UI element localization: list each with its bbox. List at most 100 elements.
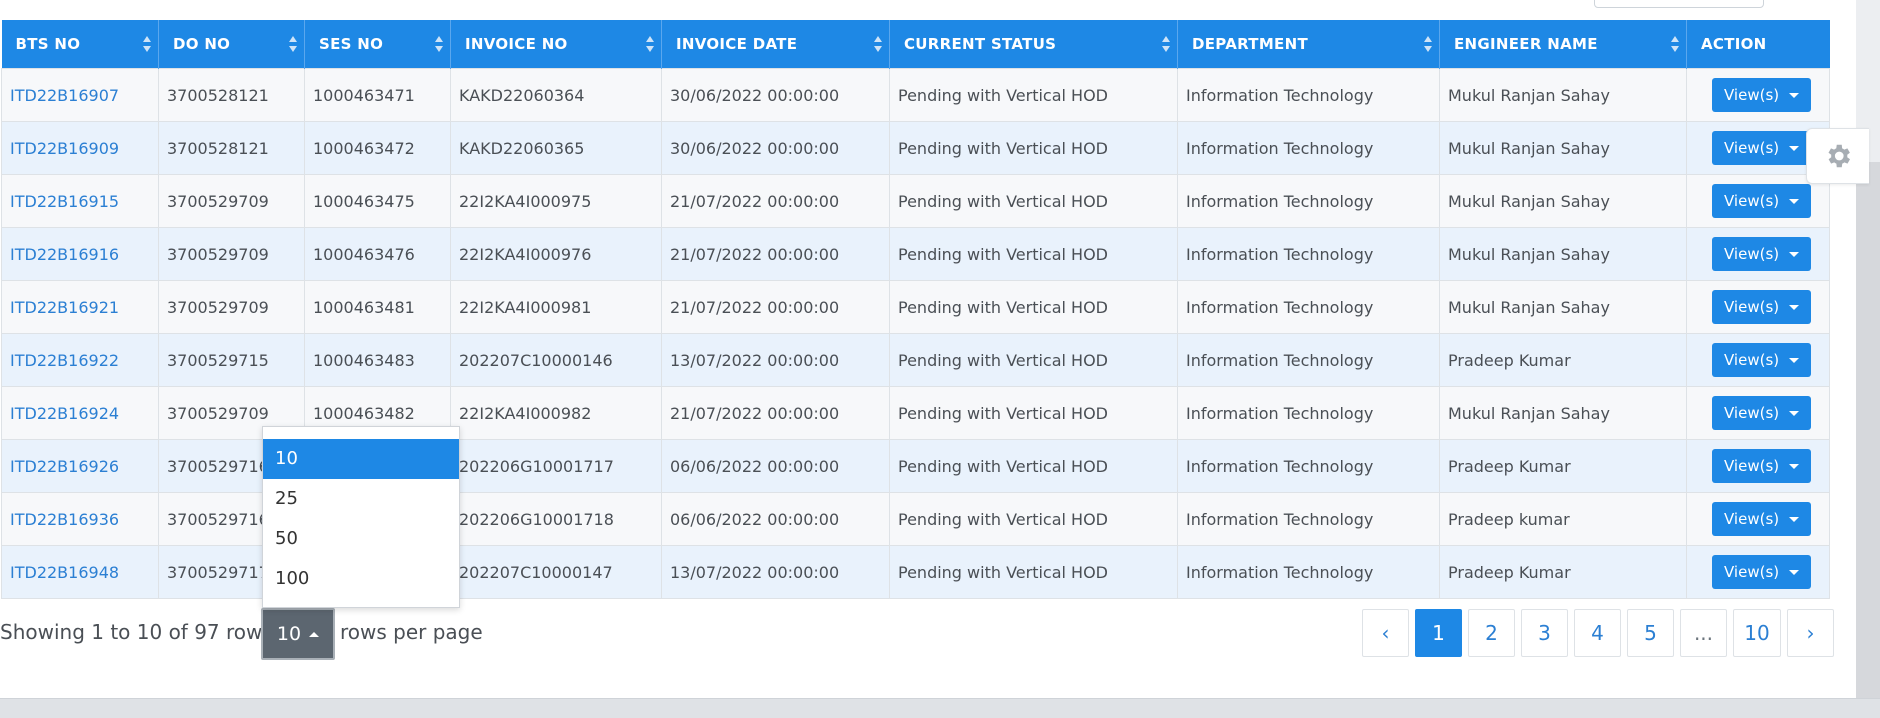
cell-date: 13/07/2022 00:00:00 bbox=[661, 333, 890, 387]
views-dropdown-button[interactable]: View(s) bbox=[1712, 78, 1812, 112]
bts-link[interactable]: ITD22B16924 bbox=[10, 404, 119, 423]
views-dropdown-button[interactable]: View(s) bbox=[1712, 290, 1812, 324]
cell-status: Pending with Vertical HOD bbox=[889, 280, 1178, 334]
page-button-1[interactable]: 1 bbox=[1415, 609, 1462, 657]
caret-down-icon bbox=[1789, 410, 1800, 416]
page-size-option-50[interactable]: 50 bbox=[263, 519, 459, 559]
cell-date: 21/07/2022 00:00:00 bbox=[661, 386, 890, 440]
cell-dept: Information Technology bbox=[1177, 121, 1440, 175]
cell-bts: ITD22B16936 bbox=[1, 492, 159, 546]
cell-do: 3700529715 bbox=[158, 333, 305, 387]
search-input[interactable] bbox=[1594, 0, 1764, 8]
views-button-label: View(s) bbox=[1724, 351, 1780, 369]
cell-status: Pending with Vertical HOD bbox=[889, 333, 1178, 387]
bts-link[interactable]: ITD22B16915 bbox=[10, 192, 119, 211]
cell-status: Pending with Vertical HOD bbox=[889, 545, 1178, 599]
cell-invoice: 22I2KA4I000982 bbox=[450, 386, 662, 440]
bts-link[interactable]: ITD22B16916 bbox=[10, 245, 119, 264]
page-size-button[interactable]: 10 bbox=[261, 608, 335, 660]
views-dropdown-button[interactable]: View(s) bbox=[1712, 396, 1812, 430]
cell-date: 06/06/2022 00:00:00 bbox=[661, 439, 890, 493]
caret-down-icon bbox=[1789, 92, 1800, 98]
views-dropdown-button[interactable]: View(s) bbox=[1712, 449, 1812, 483]
caret-down-icon bbox=[1789, 516, 1800, 522]
page-size-option-10[interactable]: 10 bbox=[263, 439, 459, 479]
prev-page-button[interactable]: ‹ bbox=[1362, 609, 1409, 657]
cell-invoice: 22I2KA4I000981 bbox=[450, 280, 662, 334]
views-dropdown-button[interactable]: View(s) bbox=[1712, 184, 1812, 218]
bts-link[interactable]: ITD22B16921 bbox=[10, 298, 119, 317]
sort-icon bbox=[646, 36, 654, 52]
views-button-label: View(s) bbox=[1724, 510, 1780, 528]
bts-link[interactable]: ITD22B16926 bbox=[10, 457, 119, 476]
cell-date: 30/06/2022 00:00:00 bbox=[661, 121, 890, 175]
showing-rows-text: Showing 1 to 10 of 97 rows bbox=[0, 620, 273, 644]
column-header-label: DO NO bbox=[173, 35, 231, 53]
column-header-engineer-name[interactable]: ENGINEER NAME bbox=[1439, 20, 1687, 69]
column-header-invoice-date[interactable]: INVOICE DATE bbox=[661, 20, 890, 69]
column-header-ses-no[interactable]: SES NO bbox=[304, 20, 451, 69]
cell-invoice: 202206G10001718 bbox=[450, 492, 662, 546]
cell-action: View(s) bbox=[1686, 227, 1830, 281]
page-bottom-edge bbox=[0, 698, 1880, 718]
next-page-button[interactable]: › bbox=[1787, 609, 1834, 657]
cell-date: 21/07/2022 00:00:00 bbox=[661, 227, 890, 281]
cell-status: Pending with Vertical HOD bbox=[889, 386, 1178, 440]
cell-bts: ITD22B16926 bbox=[1, 439, 159, 493]
cell-engineer: Mukul Ranjan Sahay bbox=[1439, 68, 1687, 122]
page-size-option-25[interactable]: 25 bbox=[263, 479, 459, 519]
column-header-bts-no[interactable]: BTS NO bbox=[1, 20, 159, 69]
column-header-invoice-no[interactable]: INVOICE NO bbox=[450, 20, 662, 69]
table-row: ITD22B16922 3700529715 1000463483 202207C10… bbox=[1, 333, 1830, 387]
cell-invoice: 22I2KA4I000976 bbox=[450, 227, 662, 281]
scrollbar[interactable] bbox=[1856, 0, 1880, 717]
cell-ses: 1000463471 bbox=[304, 68, 451, 122]
bts-link[interactable]: ITD22B16907 bbox=[10, 86, 119, 105]
cell-engineer: Mukul Ranjan Sahay bbox=[1439, 227, 1687, 281]
gear-icon bbox=[1828, 144, 1850, 168]
page-button-5[interactable]: 5 bbox=[1627, 609, 1674, 657]
views-dropdown-button[interactable]: View(s) bbox=[1712, 237, 1812, 271]
cell-ses: 1000463475 bbox=[304, 174, 451, 228]
page-button-4[interactable]: 4 bbox=[1574, 609, 1621, 657]
views-button-label: View(s) bbox=[1724, 192, 1780, 210]
caret-down-icon bbox=[1789, 251, 1800, 257]
cell-dept: Information Technology bbox=[1177, 386, 1440, 440]
cell-status: Pending with Vertical HOD bbox=[889, 174, 1178, 228]
cell-do: 3700529709 bbox=[158, 174, 305, 228]
caret-down-icon bbox=[1789, 145, 1800, 151]
column-header-label: ENGINEER NAME bbox=[1454, 35, 1598, 53]
views-dropdown-button[interactable]: View(s) bbox=[1712, 131, 1812, 165]
column-header-label: SES NO bbox=[319, 35, 384, 53]
cell-bts: ITD22B16915 bbox=[1, 174, 159, 228]
column-header-do-no[interactable]: DO NO bbox=[158, 20, 305, 69]
column-header-current-status[interactable]: CURRENT STATUS bbox=[889, 20, 1178, 69]
caret-down-icon bbox=[1789, 357, 1800, 363]
page-button-2[interactable]: 2 bbox=[1468, 609, 1515, 657]
views-dropdown-button[interactable]: View(s) bbox=[1712, 343, 1812, 377]
column-header-label: ACTION bbox=[1701, 35, 1767, 53]
cell-dept: Information Technology bbox=[1177, 68, 1440, 122]
bts-link[interactable]: ITD22B16922 bbox=[10, 351, 119, 370]
views-button-label: View(s) bbox=[1724, 404, 1780, 422]
column-header-department[interactable]: DEPARTMENT bbox=[1177, 20, 1440, 69]
views-button-label: View(s) bbox=[1724, 139, 1780, 157]
settings-button[interactable] bbox=[1806, 128, 1869, 184]
cell-action: View(s) bbox=[1686, 545, 1830, 599]
scrollbar-thumb[interactable] bbox=[1856, 162, 1880, 717]
cell-status: Pending with Vertical HOD bbox=[889, 121, 1178, 175]
cell-do: 3700528121 bbox=[158, 68, 305, 122]
cell-status: Pending with Vertical HOD bbox=[889, 439, 1178, 493]
cell-bts: ITD22B16921 bbox=[1, 280, 159, 334]
views-dropdown-button[interactable]: View(s) bbox=[1712, 502, 1812, 536]
page-size-option-100[interactable]: 100 bbox=[263, 559, 459, 599]
cell-engineer: Mukul Ranjan Sahay bbox=[1439, 280, 1687, 334]
bts-link[interactable]: ITD22B16948 bbox=[10, 563, 119, 582]
sort-icon bbox=[1162, 36, 1170, 52]
page-button-3[interactable]: 3 bbox=[1521, 609, 1568, 657]
bts-link[interactable]: ITD22B16936 bbox=[10, 510, 119, 529]
views-dropdown-button[interactable]: View(s) bbox=[1712, 555, 1812, 589]
page-button-10[interactable]: 10 bbox=[1733, 609, 1781, 657]
cell-dept: Information Technology bbox=[1177, 545, 1440, 599]
bts-link[interactable]: ITD22B16909 bbox=[10, 139, 119, 158]
